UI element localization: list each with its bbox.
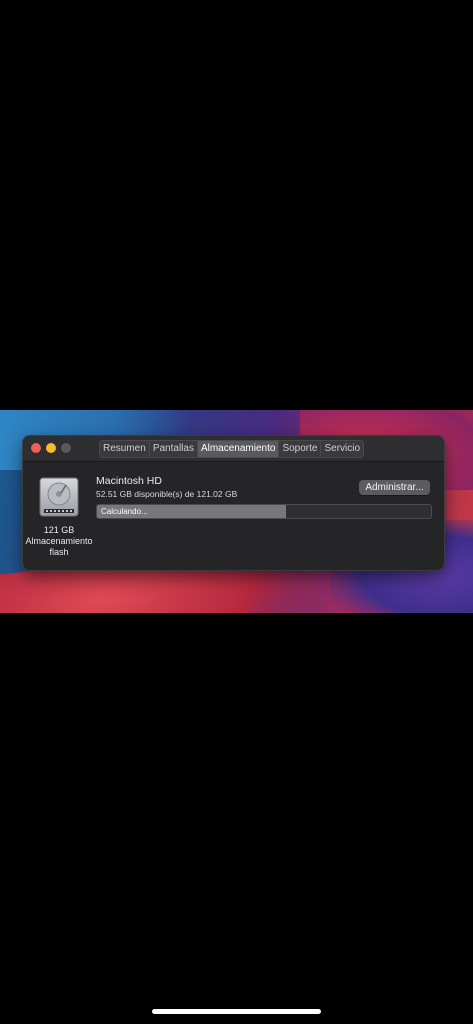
disk-capacity: 121 GB xyxy=(43,525,75,535)
hard-drive-icon xyxy=(38,476,80,518)
title-bar: Resumen Pantallas Almacenamiento Soporte… xyxy=(23,436,444,462)
tab-pantallas[interactable]: Pantallas xyxy=(150,441,198,457)
tab-almacenamiento[interactable]: Almacenamiento xyxy=(197,441,280,457)
close-button[interactable] xyxy=(31,443,41,453)
disk-type-line1: Almacenamiento xyxy=(25,536,93,546)
tab-soporte[interactable]: Soporte xyxy=(279,441,322,457)
tab-bar: Resumen Pantallas Almacenamiento Soporte… xyxy=(99,440,365,458)
manage-button[interactable]: Administrar... xyxy=(359,480,430,495)
tab-servicio[interactable]: Servicio xyxy=(321,441,363,457)
disk-type-line2: flash xyxy=(49,547,69,557)
disk-capacity-label: 121 GB Almacenamiento flash xyxy=(23,525,95,558)
storage-status-text: Calculando... xyxy=(101,507,148,516)
disk-availability: 52.51 GB disponible(s) de 121.02 GB xyxy=(96,489,238,499)
storage-usage-bar: Calculando... xyxy=(96,504,432,519)
home-indicator[interactable] xyxy=(152,1009,321,1014)
tab-resumen[interactable]: Resumen xyxy=(100,441,150,457)
disk-name: Macintosh HD xyxy=(96,475,162,487)
zoom-button xyxy=(61,443,71,453)
about-this-mac-window: Resumen Pantallas Almacenamiento Soporte… xyxy=(23,436,444,570)
minimize-button[interactable] xyxy=(46,443,56,453)
